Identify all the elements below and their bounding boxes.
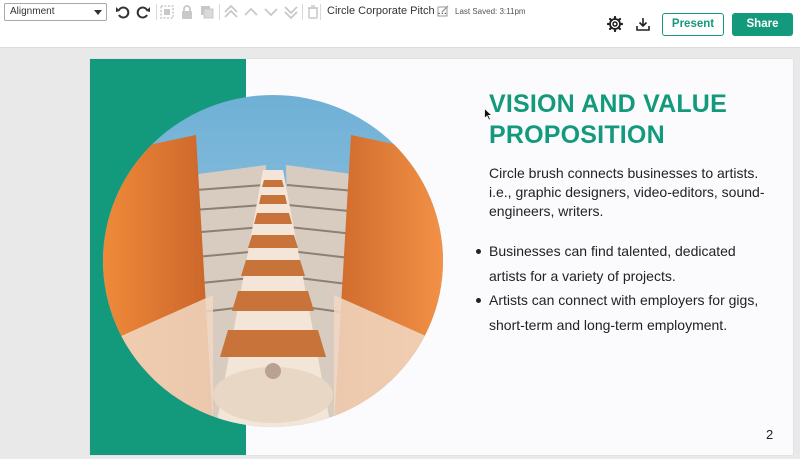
bullet-list[interactable]: Businesses can find talented, dedicated … bbox=[473, 239, 773, 337]
editor-app: Alignment Circle Corporate Pitch ... Las… bbox=[0, 0, 800, 459]
bring-forward-icon[interactable] bbox=[242, 3, 260, 21]
share-button[interactable]: Share bbox=[732, 13, 793, 36]
group-icon[interactable] bbox=[158, 3, 176, 21]
toolbar-divider bbox=[156, 4, 157, 20]
last-saved-status: Last Saved: 3:11pm bbox=[455, 7, 526, 16]
intro-paragraph[interactable]: Circle brush connects businesses to arti… bbox=[489, 164, 769, 221]
heading-line: PROPOSITION bbox=[489, 121, 665, 149]
redo-icon[interactable] bbox=[134, 3, 152, 21]
document-title[interactable]: Circle Corporate Pitch ... bbox=[327, 5, 447, 17]
building-photo[interactable] bbox=[101, 95, 446, 427]
mouse-cursor-icon bbox=[484, 108, 493, 121]
alignment-select[interactable]: Alignment bbox=[4, 3, 107, 21]
download-icon[interactable] bbox=[635, 16, 651, 32]
edit-title-icon[interactable] bbox=[437, 4, 449, 17]
top-toolbar: Alignment Circle Corporate Pitch ... Las… bbox=[0, 0, 800, 48]
lock-icon[interactable] bbox=[178, 3, 196, 21]
send-to-back-icon[interactable] bbox=[282, 3, 300, 21]
undo-icon[interactable] bbox=[114, 3, 132, 21]
chevron-down-icon bbox=[94, 10, 102, 15]
slide-canvas[interactable]: VISION AND VALUE PROPOSITION Circle brus… bbox=[90, 59, 793, 455]
list-item: Businesses can find talented, dedicated … bbox=[473, 239, 773, 288]
toolbar-divider bbox=[320, 4, 321, 20]
page-number: 2 bbox=[766, 427, 774, 442]
present-button[interactable]: Present bbox=[662, 13, 724, 36]
duplicate-icon[interactable] bbox=[198, 3, 216, 21]
alignment-select-value: Alignment bbox=[10, 6, 55, 17]
toolbar-divider bbox=[302, 4, 303, 20]
slide-heading[interactable]: VISION AND VALUE PROPOSITION bbox=[489, 89, 779, 151]
send-backward-icon[interactable] bbox=[262, 3, 280, 21]
heading-line: VISION AND VALUE bbox=[489, 90, 727, 118]
toolbar-divider bbox=[219, 4, 220, 20]
gear-icon[interactable] bbox=[606, 15, 624, 33]
list-item: Artists can connect with employers for g… bbox=[473, 288, 773, 337]
bring-to-front-icon[interactable] bbox=[222, 3, 240, 21]
